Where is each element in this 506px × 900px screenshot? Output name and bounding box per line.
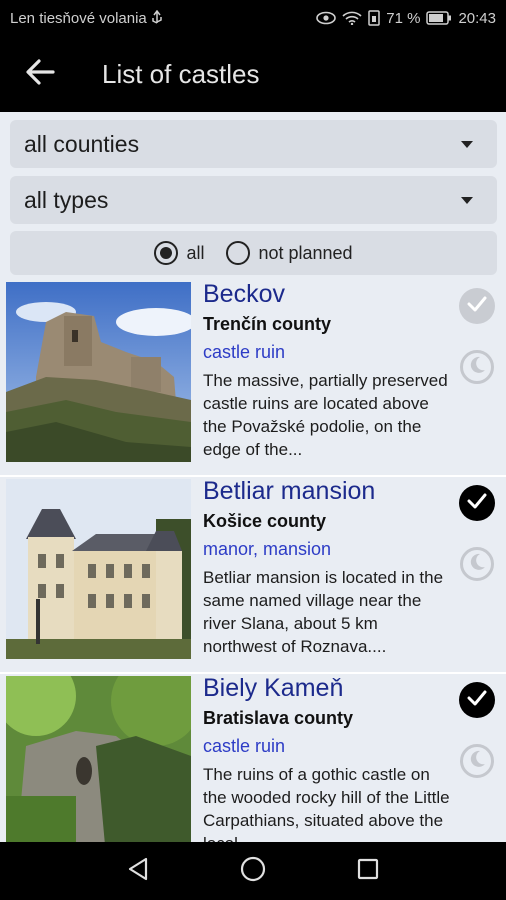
castle-type: castle ruin (203, 736, 286, 756)
check-icon (467, 296, 487, 317)
nav-back-button[interactable] (118, 851, 158, 891)
castle-county: Trenčín county (203, 314, 332, 334)
castle-name: Beckov (203, 280, 285, 308)
radio-button-checked[interactable] (154, 241, 179, 265)
clock: 20:43 (458, 9, 496, 27)
radio-label-all: all (186, 242, 205, 263)
carrier-text: Len tiesňové volania (10, 9, 147, 27)
castle-county: Košice county (203, 511, 327, 531)
castle-list-item[interactable]: Biely Kameň Bratislava county castle rui… (0, 674, 506, 842)
radio-label-not-planned: not planned (258, 242, 353, 263)
dropdown-arrow-icon (461, 140, 473, 148)
system-nav-bar (0, 842, 506, 900)
moon-icon (467, 749, 487, 774)
plan-filter-radio-group: all not planned (10, 231, 497, 275)
status-bar: Len tiesňové volania 71 % 20:43 (0, 0, 506, 36)
castle-description: Betliar mansion is located in the same n… (203, 568, 444, 656)
castle-county: Bratislava county (203, 708, 354, 728)
radio-option-all[interactable]: all (154, 241, 204, 265)
castle-thumbnail (6, 282, 191, 462)
visited-toggle[interactable] (459, 682, 495, 718)
radio-option-not-planned[interactable]: not planned (226, 241, 353, 265)
castle-name: Betliar mansion (203, 477, 376, 505)
eye-icon (316, 11, 337, 25)
usb-icon (151, 10, 163, 26)
moon-icon (467, 355, 487, 380)
castle-list-item[interactable]: Beckov Trenčín county castle ruin The ma… (0, 280, 506, 477)
castle-list: Beckov Trenčín county castle ruin The ma… (0, 280, 506, 842)
circle-home-icon (240, 856, 266, 887)
sim-icon (368, 10, 380, 26)
castle-info: Biely Kameň Bratislava county castle rui… (203, 674, 453, 842)
planned-toggle[interactable] (460, 744, 494, 778)
castle-info: Beckov Trenčín county castle ruin The ma… (203, 280, 453, 461)
castle-description: The ruins of a gothic castle on the wood… (203, 765, 450, 842)
nav-recents-button[interactable] (348, 851, 388, 891)
radio-button-unchecked[interactable] (226, 241, 251, 265)
moon-icon (467, 552, 487, 577)
planned-toggle[interactable] (460, 547, 494, 581)
arrow-back-icon (25, 58, 55, 90)
dropdown-arrow-icon (461, 196, 473, 204)
check-icon (467, 493, 487, 514)
battery-percent: 71 % (386, 9, 421, 27)
castle-type: castle ruin (203, 342, 286, 362)
type-select-value: all types (24, 186, 109, 213)
visited-toggle[interactable] (459, 288, 495, 324)
type-select[interactable]: all types (10, 176, 497, 224)
check-icon (467, 690, 487, 711)
visited-toggle[interactable] (459, 485, 495, 521)
castle-name: Biely Kameň (203, 674, 344, 702)
battery-icon (426, 11, 452, 25)
county-select-value: all counties (24, 130, 140, 157)
app-bar: List of castles (0, 36, 506, 112)
triangle-back-icon (127, 857, 149, 886)
planned-toggle[interactable] (460, 350, 494, 384)
nav-home-button[interactable] (233, 851, 273, 891)
county-select[interactable]: all counties (10, 120, 497, 168)
castle-type: manor, mansion (203, 539, 332, 559)
wifi-icon (342, 11, 362, 25)
page-title: List of castles (102, 58, 260, 89)
castle-thumbnail (6, 676, 191, 842)
square-recents-icon (357, 858, 379, 885)
content-area: all counties all types all not planned B… (0, 112, 506, 842)
castle-thumbnail (6, 479, 191, 659)
castle-description: The massive, partially preserved castle … (203, 371, 448, 459)
castle-info: Betliar mansion Košice county manor, man… (203, 477, 453, 658)
back-button[interactable] (0, 36, 80, 112)
castle-list-item[interactable]: Betliar mansion Košice county manor, man… (0, 477, 506, 674)
